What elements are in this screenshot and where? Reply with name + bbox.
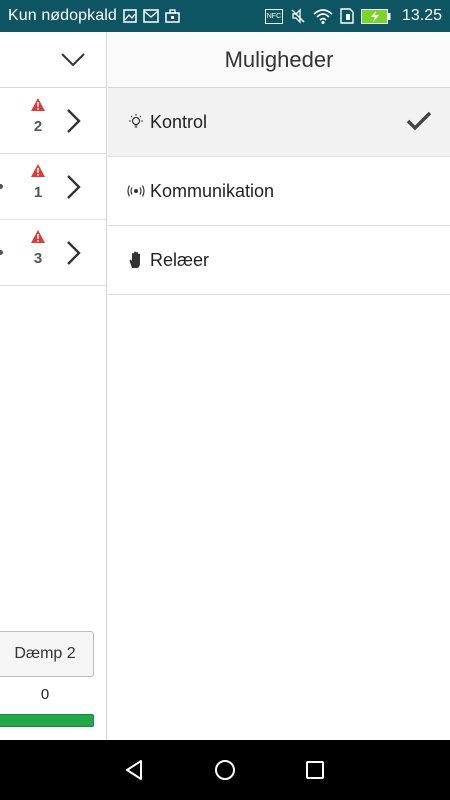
- warning-icon: [30, 229, 46, 249]
- briefcase-icon: [165, 9, 180, 23]
- status-dot: [0, 184, 3, 189]
- nfc-label: NFC: [266, 13, 282, 20]
- nfc-icon: NFC: [264, 8, 283, 24]
- counter-value: 0: [40, 686, 50, 703]
- option-kommunikation[interactable]: Kommunikation: [108, 157, 450, 226]
- warning-icon: [30, 163, 46, 183]
- mail-icon: [143, 9, 159, 23]
- home-icon[interactable]: [205, 750, 245, 790]
- chevron-right-icon[interactable]: [65, 174, 81, 205]
- gallery-icon: [123, 9, 137, 23]
- chevron-right-icon[interactable]: [65, 240, 81, 271]
- chevron-right-icon[interactable]: [65, 108, 81, 139]
- warning-icon: [30, 97, 46, 117]
- left-header: [0, 32, 106, 88]
- warning-count: 2: [33, 118, 43, 135]
- list-item[interactable]: 1: [0, 154, 106, 220]
- left-panel: 2 1 3 Dæmp 2 0: [0, 32, 107, 740]
- clock: 13.25: [401, 7, 442, 24]
- app-screen: Kun nødopkald NFC 13.25 2 1 3 Dæmp 2 0 M…: [0, 0, 450, 800]
- progress-bar: [0, 714, 94, 727]
- sim-icon: [340, 8, 354, 24]
- status-bar: Kun nødopkald NFC 13.25: [0, 0, 450, 32]
- back-icon[interactable]: [115, 750, 155, 790]
- wifi-icon: [313, 8, 333, 24]
- battery-charging-icon: [360, 8, 391, 24]
- checkmark-icon: [406, 110, 432, 137]
- options-title: Muligheder: [224, 46, 334, 72]
- chevron-down-icon[interactable]: [60, 48, 86, 75]
- list-item[interactable]: 3: [0, 220, 106, 286]
- list-item[interactable]: 2: [0, 88, 106, 154]
- mute-icon: [290, 8, 306, 24]
- option-label: Kommunikation: [150, 180, 275, 201]
- damp-button[interactable]: Dæmp 2: [0, 631, 94, 677]
- option-label: Relæer: [150, 249, 210, 270]
- navigation-bar: [0, 740, 450, 800]
- options-panel: Muligheder Kontrol Kommunikation Relæer: [108, 32, 450, 740]
- warning-count: 3: [33, 250, 43, 267]
- carrier-text: Kun nødopkald: [8, 7, 117, 24]
- option-relaeer[interactable]: Relæer: [108, 226, 450, 295]
- status-dot: [0, 250, 3, 255]
- warning-count: 1: [33, 184, 43, 201]
- option-kontrol[interactable]: Kontrol: [108, 88, 450, 157]
- option-label: Kontrol: [150, 111, 208, 132]
- lightbulb-icon: [126, 112, 146, 132]
- broadcast-icon: [126, 181, 146, 201]
- recents-icon[interactable]: [295, 750, 335, 790]
- hand-icon: [126, 250, 146, 270]
- options-header: Muligheder: [108, 32, 450, 88]
